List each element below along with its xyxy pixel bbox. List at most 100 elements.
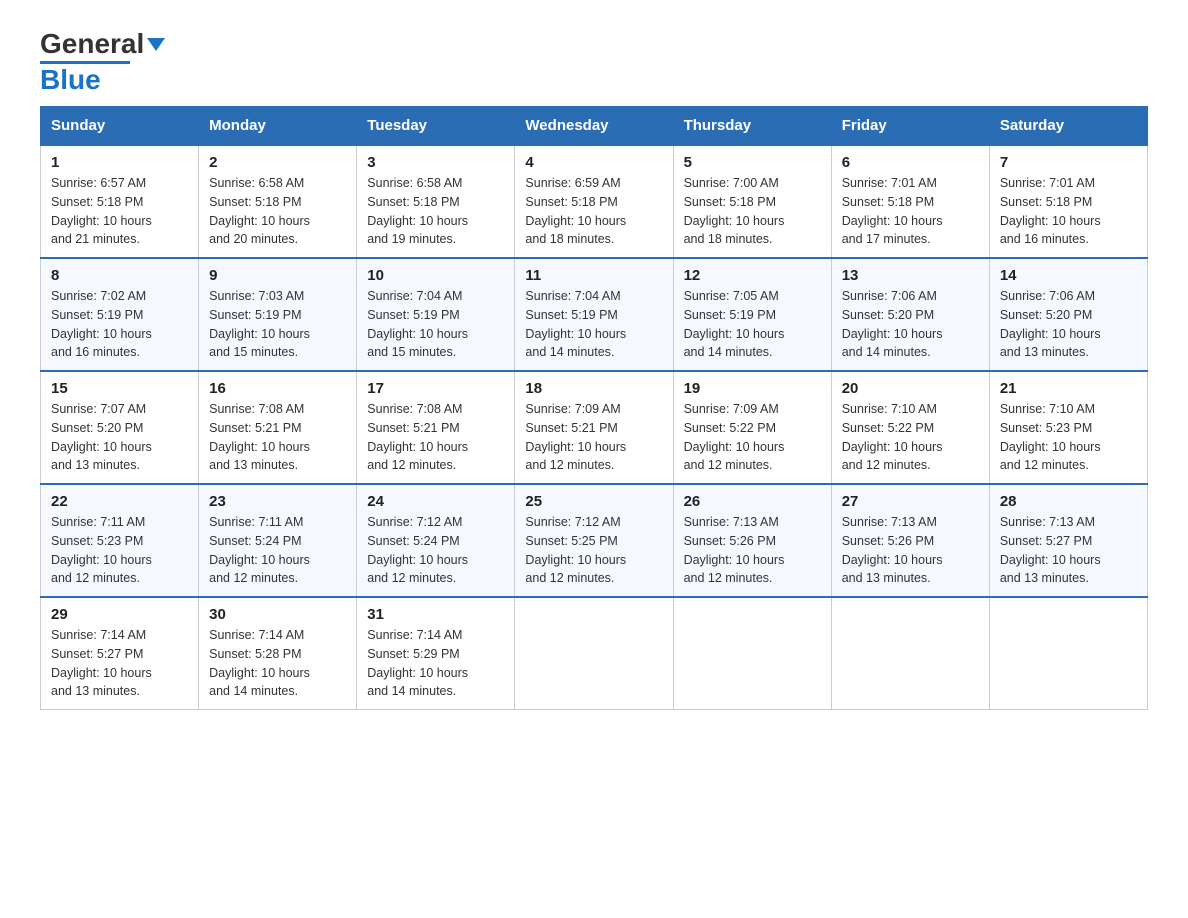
day-info: Sunrise: 7:04 AMSunset: 5:19 PMDaylight:… <box>525 287 662 362</box>
calendar-week-4: 22Sunrise: 7:11 AMSunset: 5:23 PMDayligh… <box>41 484 1148 597</box>
calendar-cell: 12 Sunrise: 7:05 AMSunset: 5:19 PMDayligh… <box>673 258 831 371</box>
day-number: 4 <box>525 154 662 171</box>
calendar-cell: 24 Sunrise: 7:12 AMSunset: 5:24 PMDayligh… <box>357 484 515 597</box>
calendar-cell <box>515 597 673 710</box>
day-number: 1 <box>51 154 188 171</box>
calendar-cell: 26 Sunrise: 7:13 AMSunset: 5:26 PMDayligh… <box>673 484 831 597</box>
day-number: 2 <box>209 154 346 171</box>
calendar-week-5: 29 Sunrise: 7:14 AMSunset: 5:27 PMDayligh… <box>41 597 1148 710</box>
day-number: 23 <box>209 493 346 510</box>
day-number: 27 <box>842 493 979 510</box>
day-number: 14 <box>1000 267 1137 284</box>
day-info: Sunrise: 6:59 AMSunset: 5:18 PMDaylight:… <box>525 174 662 249</box>
day-info: Sunrise: 7:09 AMSunset: 5:21 PMDaylight:… <box>525 400 662 475</box>
day-number: 20 <box>842 380 979 397</box>
day-number: 9 <box>209 267 346 284</box>
calendar-cell: 9 Sunrise: 7:03 AMSunset: 5:19 PMDaylight… <box>199 258 357 371</box>
day-info: Sunrise: 6:58 AMSunset: 5:18 PMDaylight:… <box>367 174 504 249</box>
day-info: Sunrise: 7:13 AMSunset: 5:27 PMDaylight:… <box>1000 513 1137 588</box>
day-info: Sunrise: 7:00 AMSunset: 5:18 PMDaylight:… <box>684 174 821 249</box>
calendar-cell <box>989 597 1147 710</box>
day-number: 6 <box>842 154 979 171</box>
calendar-cell: 21 Sunrise: 7:10 AMSunset: 5:23 PMDayligh… <box>989 371 1147 484</box>
day-info: Sunrise: 6:57 AMSunset: 5:18 PMDaylight:… <box>51 174 188 249</box>
calendar-cell: 4 Sunrise: 6:59 AMSunset: 5:18 PMDaylight… <box>515 145 673 258</box>
day-header-tuesday: Tuesday <box>357 107 515 146</box>
day-header-thursday: Thursday <box>673 107 831 146</box>
logo-blue: Blue <box>40 64 101 95</box>
day-info: Sunrise: 7:13 AMSunset: 5:26 PMDaylight:… <box>684 513 821 588</box>
day-number: 19 <box>684 380 821 397</box>
day-number: 18 <box>525 380 662 397</box>
calendar-cell: 8Sunrise: 7:02 AMSunset: 5:19 PMDaylight… <box>41 258 199 371</box>
calendar-cell <box>673 597 831 710</box>
day-info: Sunrise: 7:13 AMSunset: 5:26 PMDaylight:… <box>842 513 979 588</box>
day-number: 11 <box>525 267 662 284</box>
calendar-cell: 29 Sunrise: 7:14 AMSunset: 5:27 PMDayligh… <box>41 597 199 710</box>
day-number: 8 <box>51 267 188 284</box>
day-info: Sunrise: 7:11 AMSunset: 5:23 PMDaylight:… <box>51 513 188 588</box>
day-info: Sunrise: 7:10 AMSunset: 5:23 PMDaylight:… <box>1000 400 1137 475</box>
calendar-week-2: 8Sunrise: 7:02 AMSunset: 5:19 PMDaylight… <box>41 258 1148 371</box>
calendar-week-1: 1 Sunrise: 6:57 AMSunset: 5:18 PMDaylight… <box>41 145 1148 258</box>
calendar-cell <box>831 597 989 710</box>
calendar-cell: 5 Sunrise: 7:00 AMSunset: 5:18 PMDaylight… <box>673 145 831 258</box>
day-number: 28 <box>1000 493 1137 510</box>
calendar-cell: 30Sunrise: 7:14 AMSunset: 5:28 PMDayligh… <box>199 597 357 710</box>
page-header: General Blue <box>40 30 1148 96</box>
day-header-sunday: Sunday <box>41 107 199 146</box>
day-number: 13 <box>842 267 979 284</box>
day-header-friday: Friday <box>831 107 989 146</box>
day-number: 12 <box>684 267 821 284</box>
day-number: 24 <box>367 493 504 510</box>
day-info: Sunrise: 7:14 AMSunset: 5:27 PMDaylight:… <box>51 626 188 701</box>
calendar-cell: 16 Sunrise: 7:08 AMSunset: 5:21 PMDayligh… <box>199 371 357 484</box>
day-info: Sunrise: 7:12 AMSunset: 5:24 PMDaylight:… <box>367 513 504 588</box>
day-info: Sunrise: 7:10 AMSunset: 5:22 PMDaylight:… <box>842 400 979 475</box>
calendar-cell: 28 Sunrise: 7:13 AMSunset: 5:27 PMDayligh… <box>989 484 1147 597</box>
calendar-cell: 14 Sunrise: 7:06 AMSunset: 5:20 PMDayligh… <box>989 258 1147 371</box>
calendar-cell: 17Sunrise: 7:08 AMSunset: 5:21 PMDayligh… <box>357 371 515 484</box>
day-info: Sunrise: 7:08 AMSunset: 5:21 PMDaylight:… <box>209 400 346 475</box>
day-number: 5 <box>684 154 821 171</box>
day-info: Sunrise: 7:07 AMSunset: 5:20 PMDaylight:… <box>51 400 188 475</box>
day-header-saturday: Saturday <box>989 107 1147 146</box>
day-info: Sunrise: 7:03 AMSunset: 5:19 PMDaylight:… <box>209 287 346 362</box>
calendar-cell: 23 Sunrise: 7:11 AMSunset: 5:24 PMDayligh… <box>199 484 357 597</box>
day-info: Sunrise: 7:06 AMSunset: 5:20 PMDaylight:… <box>842 287 979 362</box>
calendar-cell: 31Sunrise: 7:14 AMSunset: 5:29 PMDayligh… <box>357 597 515 710</box>
calendar-cell: 25 Sunrise: 7:12 AMSunset: 5:25 PMDayligh… <box>515 484 673 597</box>
day-number: 25 <box>525 493 662 510</box>
calendar-cell: 20 Sunrise: 7:10 AMSunset: 5:22 PMDayligh… <box>831 371 989 484</box>
calendar-cell: 2Sunrise: 6:58 AMSunset: 5:18 PMDaylight… <box>199 145 357 258</box>
day-info: Sunrise: 7:12 AMSunset: 5:25 PMDaylight:… <box>525 513 662 588</box>
day-number: 15 <box>51 380 188 397</box>
day-number: 21 <box>1000 380 1137 397</box>
day-info: Sunrise: 7:06 AMSunset: 5:20 PMDaylight:… <box>1000 287 1137 362</box>
calendar-cell: 15 Sunrise: 7:07 AMSunset: 5:20 PMDayligh… <box>41 371 199 484</box>
day-number: 31 <box>367 606 504 623</box>
day-info: Sunrise: 7:05 AMSunset: 5:19 PMDaylight:… <box>684 287 821 362</box>
calendar-cell: 19 Sunrise: 7:09 AMSunset: 5:22 PMDayligh… <box>673 371 831 484</box>
calendar-cell: 1 Sunrise: 6:57 AMSunset: 5:18 PMDaylight… <box>41 145 199 258</box>
day-number: 16 <box>209 380 346 397</box>
day-info: Sunrise: 7:04 AMSunset: 5:19 PMDaylight:… <box>367 287 504 362</box>
calendar-cell: 22Sunrise: 7:11 AMSunset: 5:23 PMDayligh… <box>41 484 199 597</box>
day-info: Sunrise: 7:09 AMSunset: 5:22 PMDaylight:… <box>684 400 821 475</box>
day-number: 3 <box>367 154 504 171</box>
day-info: Sunrise: 7:01 AMSunset: 5:18 PMDaylight:… <box>842 174 979 249</box>
day-number: 26 <box>684 493 821 510</box>
calendar-cell: 18 Sunrise: 7:09 AMSunset: 5:21 PMDayligh… <box>515 371 673 484</box>
day-header-wednesday: Wednesday <box>515 107 673 146</box>
calendar-table: SundayMondayTuesdayWednesdayThursdayFrid… <box>40 106 1148 710</box>
calendar-cell: 13 Sunrise: 7:06 AMSunset: 5:20 PMDayligh… <box>831 258 989 371</box>
day-info: Sunrise: 7:14 AMSunset: 5:28 PMDaylight:… <box>209 626 346 701</box>
day-info: Sunrise: 7:11 AMSunset: 5:24 PMDaylight:… <box>209 513 346 588</box>
day-number: 29 <box>51 606 188 623</box>
calendar-cell: 6 Sunrise: 7:01 AMSunset: 5:18 PMDaylight… <box>831 145 989 258</box>
calendar-cell: 11 Sunrise: 7:04 AMSunset: 5:19 PMDayligh… <box>515 258 673 371</box>
calendar-cell: 7Sunrise: 7:01 AMSunset: 5:18 PMDaylight… <box>989 145 1147 258</box>
day-number: 10 <box>367 267 504 284</box>
day-number: 17 <box>367 380 504 397</box>
day-header-monday: Monday <box>199 107 357 146</box>
